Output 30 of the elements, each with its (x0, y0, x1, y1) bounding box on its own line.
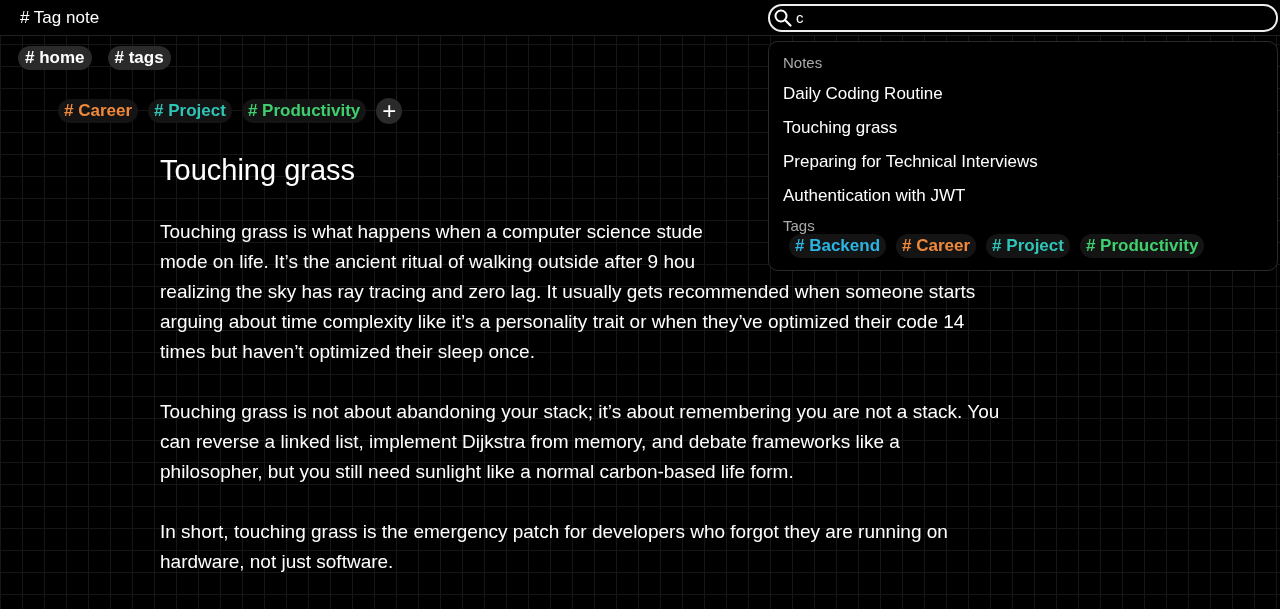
note-result[interactable]: Daily Coding Routine (783, 84, 943, 103)
tag-result[interactable]: # Backend (789, 234, 887, 258)
tag-chip[interactable]: # Productivity (241, 99, 367, 123)
app-title: # Tag note (20, 7, 100, 28)
text-line: Touching grass is not about abandoning your stack; it’s about remembering you are not a stack. You (160, 401, 1000, 422)
text-line: philosopher, but you still need sunlight like a normal carbon-based life form. (160, 461, 794, 482)
note-result[interactable]: Authentication with JWT (783, 186, 966, 205)
text-line: In short, touching grass is the emergency patch for developers who forgot they are running on (160, 521, 948, 542)
text-line: Touching grass is what happens when a computer science stude (160, 221, 703, 242)
section-heading: Notes (783, 54, 823, 71)
section-heading: Tags (783, 217, 815, 234)
tag-chip[interactable]: # Career (58, 99, 139, 123)
tag-result[interactable]: # Productivity (1079, 234, 1205, 258)
search-field[interactable]: c (768, 3, 1278, 32)
note-result[interactable]: Preparing for Technical Interviews (783, 152, 1038, 171)
tag-chip[interactable]: # Project (148, 99, 232, 123)
breadcrumb-link[interactable]: # tags (107, 46, 171, 70)
text-line: mode on life. It’s the ancient ritual of walking outside after 9 hou (160, 251, 696, 272)
text-line: arguing about time complexity like it’s a personality trait or when they’ve optimized their code 14 (160, 311, 965, 332)
text-line: realizing the sky has ray tracing and zero lag. It usually gets recommended when someone starts (160, 281, 976, 302)
add-tag-button[interactable]: + (376, 98, 403, 124)
text-line: can reverse a linked list, implement Dijkstra from memory, and debate frameworks like a (160, 431, 900, 452)
note-result[interactable]: Touching grass (783, 118, 898, 137)
breadcrumb-link[interactable]: # home (18, 46, 92, 70)
text-line: times but haven’t optimized their sleep once. (160, 341, 535, 362)
text-line: hardware, not just software. (160, 551, 394, 572)
tag-result[interactable]: # Career (896, 234, 977, 258)
note-title: Touching grass (160, 154, 356, 187)
tag-result[interactable]: # Project (986, 234, 1070, 258)
search-icon (774, 8, 792, 27)
